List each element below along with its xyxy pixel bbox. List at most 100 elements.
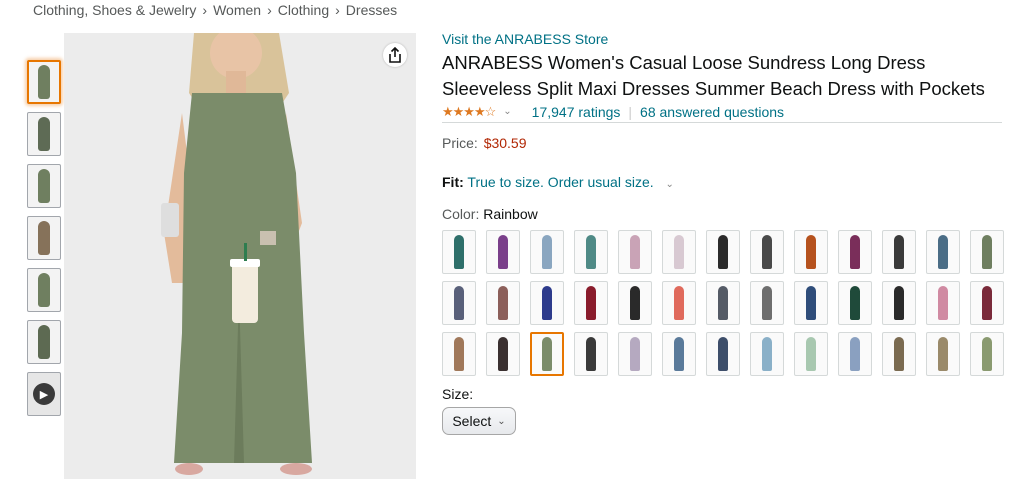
- thumbnail-dress-image: [38, 273, 50, 307]
- thumbnail-list: ▶: [27, 60, 63, 424]
- swatch-dress-image: [806, 337, 816, 371]
- color-swatch[interactable]: [838, 332, 872, 376]
- swatch-dress-image: [938, 337, 948, 371]
- swatch-dress-image: [454, 286, 464, 320]
- share-button[interactable]: [383, 43, 407, 67]
- size-dropdown[interactable]: Select ⌄: [442, 407, 516, 435]
- chevron-down-icon[interactable]: ⌄: [666, 179, 674, 190]
- image-thumbnail[interactable]: [27, 268, 61, 312]
- thumbnail-dress-image: [38, 169, 50, 203]
- color-swatch[interactable]: [486, 230, 520, 274]
- size-label: Size:: [442, 386, 474, 402]
- color-swatch[interactable]: [794, 230, 828, 274]
- color-swatch[interactable]: [970, 281, 1004, 325]
- color-value: Rainbow: [483, 206, 538, 222]
- color-swatch[interactable]: [882, 281, 916, 325]
- size-dropdown-value: Select: [452, 413, 492, 429]
- color-swatch[interactable]: [530, 332, 564, 376]
- swatch-dress-image: [542, 235, 552, 269]
- color-swatch[interactable]: [706, 332, 740, 376]
- color-swatch[interactable]: [882, 332, 916, 376]
- color-swatch[interactable]: [838, 281, 872, 325]
- ratings-count-link[interactable]: 17,947 ratings: [532, 104, 621, 120]
- color-swatch[interactable]: [706, 230, 740, 274]
- main-product-image[interactable]: [64, 33, 416, 479]
- price-label: Price:: [442, 135, 478, 151]
- swatch-dress-image: [982, 337, 992, 371]
- store-link[interactable]: Visit the ANRABESS Store: [442, 31, 1002, 47]
- swatch-dress-image: [586, 337, 596, 371]
- color-swatch[interactable]: [662, 332, 696, 376]
- chevron-down-icon[interactable]: ⌄: [503, 106, 511, 117]
- color-swatch[interactable]: [794, 332, 828, 376]
- swatch-dress-image: [674, 235, 684, 269]
- breadcrumb-dresses[interactable]: Dresses: [346, 2, 397, 18]
- color-swatch[interactable]: [662, 230, 696, 274]
- color-swatch[interactable]: [442, 332, 476, 376]
- color-swatch[interactable]: [882, 230, 916, 274]
- swatch-dress-image: [938, 235, 948, 269]
- color-swatch[interactable]: [486, 332, 520, 376]
- image-thumbnail[interactable]: [27, 216, 61, 260]
- image-thumbnail[interactable]: [27, 164, 61, 208]
- breadcrumb-women[interactable]: Women: [213, 2, 261, 18]
- color-swatch[interactable]: [574, 332, 608, 376]
- color-swatch[interactable]: [530, 281, 564, 325]
- color-swatch[interactable]: [574, 230, 608, 274]
- chevron-down-icon: ⌄: [497, 415, 506, 427]
- swatch-dress-image: [542, 337, 552, 371]
- video-thumbnail[interactable]: ▶: [27, 372, 61, 416]
- divider: |: [628, 103, 633, 120]
- share-icon: [389, 47, 401, 63]
- color-swatch[interactable]: [970, 230, 1004, 274]
- fit-label: Fit:: [442, 174, 464, 190]
- swatch-dress-image: [718, 235, 728, 269]
- thumbnail-dress-image: [38, 117, 50, 151]
- image-thumbnail[interactable]: [27, 112, 61, 156]
- color-swatch[interactable]: [618, 332, 652, 376]
- breadcrumb-separator: ›: [267, 2, 272, 18]
- color-swatch[interactable]: [662, 281, 696, 325]
- star-rating[interactable]: ★★★★☆: [442, 104, 496, 120]
- color-swatch[interactable]: [794, 281, 828, 325]
- image-thumbnail[interactable]: [27, 320, 61, 364]
- model-illustration: [64, 33, 416, 479]
- swatch-dress-image: [982, 286, 992, 320]
- color-swatch[interactable]: [970, 332, 1004, 376]
- color-swatch-grid: [442, 230, 1004, 376]
- color-swatch[interactable]: [926, 230, 960, 274]
- color-swatch[interactable]: [618, 230, 652, 274]
- swatch-dress-image: [586, 235, 596, 269]
- color-swatch[interactable]: [442, 230, 476, 274]
- color-swatch[interactable]: [926, 281, 960, 325]
- swatch-dress-image: [806, 235, 816, 269]
- color-swatch[interactable]: [750, 332, 784, 376]
- color-swatch[interactable]: [706, 281, 740, 325]
- breadcrumb: Clothing, Shoes & Jewelry › Women › Clot…: [33, 2, 397, 18]
- thumbnail-dress-image: [38, 325, 50, 359]
- color-swatch[interactable]: [574, 281, 608, 325]
- color-swatch[interactable]: [442, 281, 476, 325]
- answered-questions-link[interactable]: 68 answered questions: [640, 104, 784, 120]
- swatch-dress-image: [938, 286, 948, 320]
- color-swatch[interactable]: [530, 230, 564, 274]
- color-label: Color:: [442, 206, 480, 222]
- breadcrumb-clothing[interactable]: Clothing: [278, 2, 329, 18]
- thumbnail-dress-image: [38, 221, 50, 255]
- fit-value-link[interactable]: True to size. Order usual size.: [467, 174, 653, 190]
- thumbnail-dress-image: [38, 65, 50, 99]
- color-swatch[interactable]: [486, 281, 520, 325]
- color-swatch[interactable]: [926, 332, 960, 376]
- color-swatch[interactable]: [750, 281, 784, 325]
- swatch-dress-image: [454, 337, 464, 371]
- color-row: Color: Rainbow: [442, 206, 1002, 222]
- swatch-dress-image: [850, 286, 860, 320]
- swatch-dress-image: [762, 337, 772, 371]
- color-swatch[interactable]: [838, 230, 872, 274]
- image-thumbnail[interactable]: [27, 60, 61, 104]
- breadcrumb-clothing-shoes-jewelry[interactable]: Clothing, Shoes & Jewelry: [33, 2, 196, 18]
- price-value: $30.59: [483, 135, 527, 151]
- swatch-dress-image: [850, 337, 860, 371]
- color-swatch[interactable]: [750, 230, 784, 274]
- color-swatch[interactable]: [618, 281, 652, 325]
